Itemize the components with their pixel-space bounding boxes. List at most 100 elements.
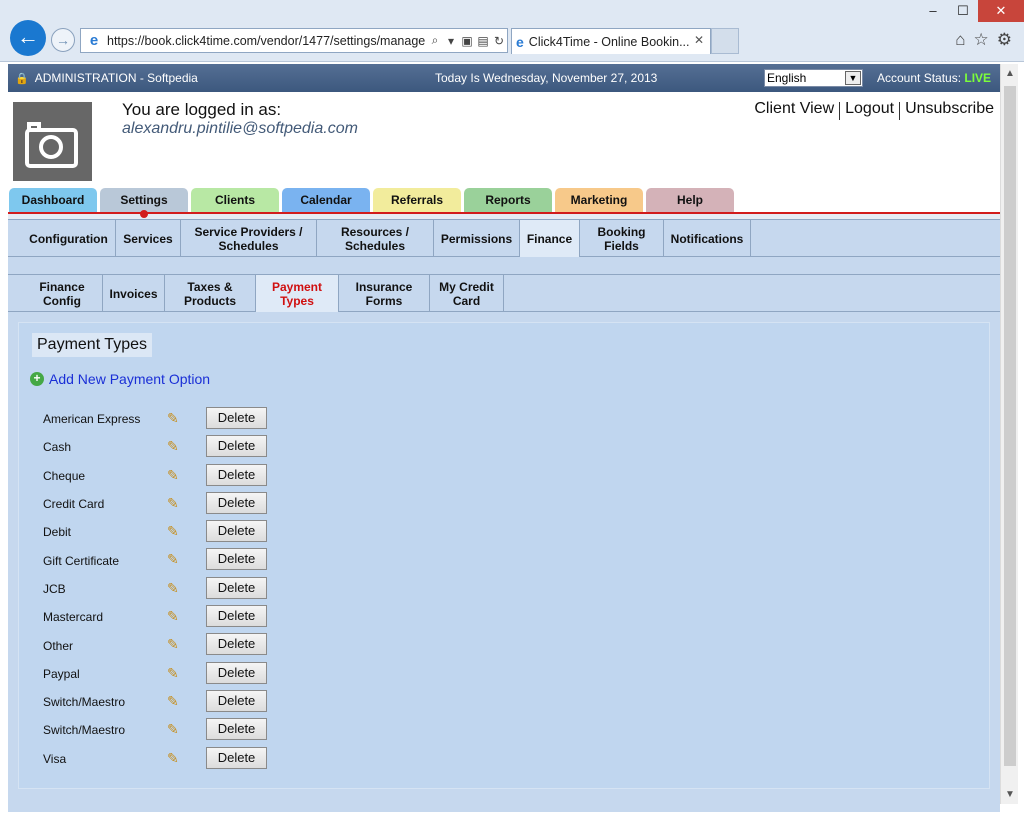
logged-in-email: alexandru.pintilie@softpedia.com bbox=[122, 120, 358, 137]
ie-icon: e bbox=[89, 31, 99, 49]
subtab-my-credit-card[interactable]: My Credit Card bbox=[430, 275, 504, 312]
scroll-up-icon[interactable]: ▲ bbox=[1005, 68, 1015, 79]
scrollbar-thumb[interactable] bbox=[1004, 86, 1016, 766]
search-icon[interactable]: ⌕ bbox=[427, 33, 443, 48]
star-icon[interactable]: ☆ bbox=[974, 30, 989, 50]
subtab-services[interactable]: Services bbox=[116, 220, 181, 257]
unsubscribe-link[interactable]: Unsubscribe bbox=[905, 100, 994, 120]
avatar[interactable] bbox=[13, 102, 92, 181]
browser-chrome: – ☐ ✕ ← → e https://book.click4time.com/… bbox=[0, 0, 1024, 62]
close-window-button[interactable]: ✕ bbox=[978, 0, 1024, 22]
payment-type-name: Visa bbox=[43, 751, 67, 766]
pencil-icon[interactable]: ✎ bbox=[167, 495, 179, 512]
compat-icon[interactable]: ▤ bbox=[475, 34, 491, 48]
delete-button[interactable]: Delete bbox=[206, 576, 267, 599]
client-view-link[interactable]: Client View bbox=[754, 100, 834, 120]
list-item: Paypal ✎ Delete bbox=[43, 660, 283, 688]
pencil-icon[interactable]: ✎ bbox=[167, 750, 179, 767]
list-item: American Express ✎ Delete bbox=[43, 405, 283, 433]
payment-type-name: JCB bbox=[43, 581, 66, 596]
tab-settings[interactable]: Settings bbox=[100, 188, 188, 212]
subtab-booking-fields[interactable]: Booking Fields bbox=[580, 220, 664, 257]
address-bar[interactable]: e https://book.click4time.com/vendor/147… bbox=[80, 28, 508, 53]
delete-button[interactable]: Delete bbox=[206, 689, 267, 712]
delete-button[interactable]: Delete bbox=[206, 435, 267, 458]
pencil-icon[interactable]: ✎ bbox=[167, 636, 179, 653]
tab-dashboard[interactable]: Dashboard bbox=[9, 188, 97, 212]
delete-button[interactable]: Delete bbox=[206, 463, 267, 486]
maximize-button[interactable]: ☐ bbox=[948, 0, 978, 22]
delete-button[interactable]: Delete bbox=[206, 407, 267, 429]
add-icon: + bbox=[30, 372, 44, 386]
pencil-icon[interactable]: ✎ bbox=[167, 693, 179, 710]
list-item: Switch/Maestro ✎ Delete bbox=[43, 716, 283, 744]
pencil-icon[interactable]: ✎ bbox=[167, 721, 179, 738]
pencil-icon[interactable]: ✎ bbox=[167, 523, 179, 540]
page-viewport: 🔒 ADMINISTRATION - Softpedia Today Is We… bbox=[8, 64, 1000, 820]
delete-button[interactable]: Delete bbox=[206, 633, 267, 656]
subtab-configuration[interactable]: Configuration bbox=[22, 220, 116, 257]
gear-icon[interactable]: ⚙ bbox=[997, 30, 1012, 50]
forward-button[interactable]: → bbox=[51, 28, 75, 52]
tab-calendar[interactable]: Calendar bbox=[282, 188, 370, 212]
add-payment-option-label[interactable]: Add New Payment Option bbox=[49, 371, 210, 387]
payment-type-name: Gift Certificate bbox=[43, 553, 120, 568]
delete-button[interactable]: Delete bbox=[206, 491, 267, 514]
new-tab-button[interactable] bbox=[711, 28, 739, 54]
subtab-invoices[interactable]: Invoices bbox=[103, 275, 165, 312]
today-date: Today Is Wednesday, November 27, 2013 bbox=[435, 71, 658, 85]
subtab-payment-types[interactable]: Payment Types bbox=[256, 275, 339, 312]
tab-underline bbox=[8, 212, 1000, 219]
tab-clients[interactable]: Clients bbox=[191, 188, 279, 212]
language-select[interactable]: English ▼ bbox=[764, 69, 863, 87]
list-item: Other ✎ Delete bbox=[43, 631, 283, 659]
delete-button[interactable]: Delete bbox=[206, 605, 267, 628]
tab-close-icon[interactable]: ✕ bbox=[694, 33, 704, 47]
chevron-down-icon[interactable]: ▼ bbox=[845, 71, 861, 85]
list-item: Cash ✎ Delete bbox=[43, 433, 283, 461]
payment-types-panel: Payment Types + Add New Payment Option A… bbox=[18, 322, 990, 789]
lock-icon[interactable]: ▣ bbox=[459, 34, 475, 48]
delete-button[interactable]: Delete bbox=[206, 718, 267, 741]
browser-tab[interactable]: e Click4Time - Online Bookin... ✕ bbox=[511, 28, 711, 54]
tab-reports[interactable]: Reports bbox=[464, 188, 552, 212]
delete-button[interactable]: Delete bbox=[206, 548, 267, 571]
pencil-icon[interactable]: ✎ bbox=[167, 410, 179, 427]
pencil-icon[interactable]: ✎ bbox=[167, 580, 179, 597]
dropdown-icon[interactable]: ▾ bbox=[443, 34, 459, 48]
tab-help[interactable]: Help bbox=[646, 188, 734, 212]
minimize-button[interactable]: – bbox=[918, 0, 948, 22]
subtab-notifications[interactable]: Notifications bbox=[664, 220, 751, 257]
vertical-scrollbar[interactable]: ▲ ▼ bbox=[1000, 64, 1018, 804]
admin-bar: 🔒 ADMINISTRATION - Softpedia Today Is We… bbox=[8, 64, 1000, 92]
scroll-down-icon[interactable]: ▼ bbox=[1005, 789, 1015, 800]
subtab-service-providers[interactable]: Service Providers / Schedules bbox=[181, 220, 317, 257]
refresh-icon[interactable]: ↻ bbox=[491, 34, 507, 48]
list-item: Mastercard ✎ Delete bbox=[43, 603, 283, 631]
pencil-icon[interactable]: ✎ bbox=[167, 438, 179, 455]
tab-referrals[interactable]: Referrals bbox=[373, 188, 461, 212]
add-payment-option-link[interactable]: + Add New Payment Option bbox=[30, 371, 210, 387]
logout-link[interactable]: Logout bbox=[845, 100, 894, 120]
browser-tools: ⌂ ☆ ⚙ bbox=[955, 30, 1012, 50]
subtab-finance-config[interactable]: Finance Config bbox=[22, 275, 103, 312]
subtab-permissions[interactable]: Permissions bbox=[434, 220, 520, 257]
home-icon[interactable]: ⌂ bbox=[955, 30, 965, 50]
delete-button[interactable]: Delete bbox=[206, 520, 267, 543]
delete-button[interactable]: Delete bbox=[206, 661, 267, 684]
pencil-icon[interactable]: ✎ bbox=[167, 467, 179, 484]
url-text[interactable]: https://book.click4time.com/vendor/1477/… bbox=[107, 34, 427, 48]
logged-in-label: You are logged in as: bbox=[122, 100, 282, 119]
pencil-icon[interactable]: ✎ bbox=[167, 665, 179, 682]
list-item: Visa ✎ Delete bbox=[43, 745, 283, 773]
pencil-icon[interactable]: ✎ bbox=[167, 608, 179, 625]
subtab-insurance-forms[interactable]: Insurance Forms bbox=[339, 275, 430, 312]
subtab-finance[interactable]: Finance bbox=[520, 220, 580, 257]
delete-button[interactable]: Delete bbox=[206, 746, 267, 769]
subtab-taxes-products[interactable]: Taxes & Products bbox=[165, 275, 256, 312]
pencil-icon[interactable]: ✎ bbox=[167, 551, 179, 568]
back-button[interactable]: ← bbox=[10, 20, 46, 56]
subtab-resources[interactable]: Resources / Schedules bbox=[317, 220, 434, 257]
account-status-label: Account Status: bbox=[877, 71, 962, 85]
tab-marketing[interactable]: Marketing bbox=[555, 188, 643, 212]
